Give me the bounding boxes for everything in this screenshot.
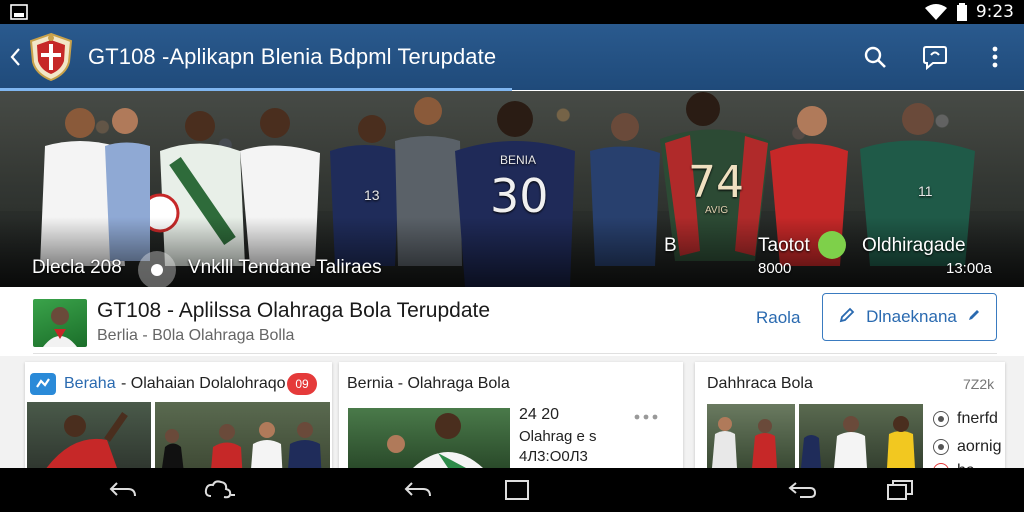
- more-horiz-icon[interactable]: [633, 408, 659, 426]
- wifi-icon: [924, 3, 948, 21]
- hero-caption-left: Dlecla 208: [32, 257, 122, 278]
- app-bar: GT108 -Aplikapn Blenia Bdpml Terupdate: [0, 24, 1024, 90]
- radio-icon: [933, 439, 949, 455]
- more-vert-icon[interactable]: [980, 42, 1010, 72]
- chat-icon[interactable]: [920, 42, 950, 72]
- card-3-option-2-label: aornig: [957, 438, 1002, 455]
- rotate-icon[interactable]: [782, 474, 822, 506]
- app-name: GT108 - Aplilssa Olahraga Bola Terupdate: [97, 299, 491, 322]
- jersey-name: BENIA: [500, 153, 537, 167]
- clock: 9:23: [975, 2, 1014, 22]
- card-2-line-1: 24 20: [519, 406, 560, 423]
- hero-caption-right-a: Taotot: [758, 235, 810, 256]
- app-title: GT108 -Aplikapn Blenia Bdpml Terupdate: [88, 44, 497, 69]
- assistant-icon[interactable]: [200, 474, 240, 506]
- hero-caption-right-b: Oldhiragade: [862, 235, 966, 256]
- edit-icon: [967, 307, 981, 327]
- status-bar: 9:23: [0, 0, 1024, 24]
- hero-caption-mid: Vnklll Tendane Taliraes: [188, 257, 382, 278]
- screenshot-icon: [10, 4, 28, 20]
- pencil-icon: [838, 306, 856, 329]
- app-info-row: GT108 - Aplilssa Olahraga Bola Terupdate…: [0, 287, 1024, 355]
- play-icon[interactable]: [138, 251, 176, 287]
- navigation-bar: [0, 468, 1024, 512]
- hero-banner[interactable]: 30 BENIA 74 AVIG 13 11 Dlecla 208 Vnklll…: [0, 91, 1024, 287]
- card-3-option-1-label: fnerfd: [957, 410, 998, 427]
- card-3-meta: 7Z2k: [963, 376, 995, 392]
- card-2-title: Bernia - Olahraga Bola: [347, 375, 510, 392]
- jersey-number-74: 74: [688, 157, 744, 208]
- hero-score-a: 8000: [758, 260, 792, 277]
- battery-icon: [956, 3, 968, 21]
- whatsapp-icon[interactable]: [818, 231, 846, 259]
- recents-icon[interactable]: [497, 474, 537, 506]
- download-button-label: Dlnaeknana: [866, 307, 957, 326]
- card-3-photo-right: [799, 404, 923, 468]
- card-3-photo-left: [707, 404, 795, 468]
- hero-score-b: 13:00a: [946, 260, 992, 277]
- card-1-badge: 09: [287, 373, 317, 395]
- status-right: 9:23: [924, 2, 1014, 22]
- app-actions: [860, 24, 1010, 90]
- card-1-photo-left: [27, 402, 151, 468]
- card-1-title-b: - Olahaian Dolalohraqo: [121, 375, 286, 392]
- hero-caption-b: B: [664, 235, 677, 256]
- back-nav-icon[interactable]: [103, 474, 143, 506]
- card-1[interactable]: Beraha - Olahaian Dolalohraqo 09: [25, 362, 332, 468]
- card-3-option-1[interactable]: fnerfd: [933, 410, 998, 428]
- search-icon[interactable]: [860, 42, 890, 72]
- card-2[interactable]: Bernia - Olahraga Bola 24 20 Olahrag e s…: [339, 362, 683, 468]
- back-nav-icon-2[interactable]: [398, 474, 438, 506]
- crest-logo: [28, 32, 74, 82]
- card-3-title: Dahhraca Bola: [707, 375, 813, 392]
- jersey-number-11: 11: [918, 183, 933, 199]
- download-button[interactable]: Dlnaeknana: [822, 293, 997, 341]
- text-link-button[interactable]: Raola: [756, 308, 800, 328]
- card-2-line-2: Olahrag e s: [519, 428, 597, 445]
- app-thumbnail: [33, 299, 87, 347]
- jersey-name-2: AVIG: [705, 205, 729, 216]
- app-badge-icon: [30, 373, 56, 395]
- window-icon[interactable]: [880, 474, 920, 506]
- card-1-title-a: Beraha: [64, 375, 116, 392]
- jersey-number-13: 13: [364, 187, 380, 203]
- radio-icon: [933, 411, 949, 427]
- card-3[interactable]: Dahhraca Bola 7Z2k fnerfd aornig ha: [695, 362, 1005, 468]
- screen: 9:23 GT108 -Aplikapn Blenia Bdpml Terupd…: [0, 0, 1024, 512]
- card-1-photo-right: [155, 402, 330, 468]
- divider: [33, 353, 997, 354]
- card-2-line-3: 4Л3:О0Л3: [519, 448, 588, 465]
- back-icon[interactable]: [4, 37, 28, 77]
- jersey-number-30: 30: [490, 169, 549, 223]
- card-3-option-2[interactable]: aornig: [933, 438, 1001, 456]
- app-subtitle: Berlia - B0la Olahraga Bolla: [97, 327, 295, 344]
- card-2-photo: [348, 408, 510, 468]
